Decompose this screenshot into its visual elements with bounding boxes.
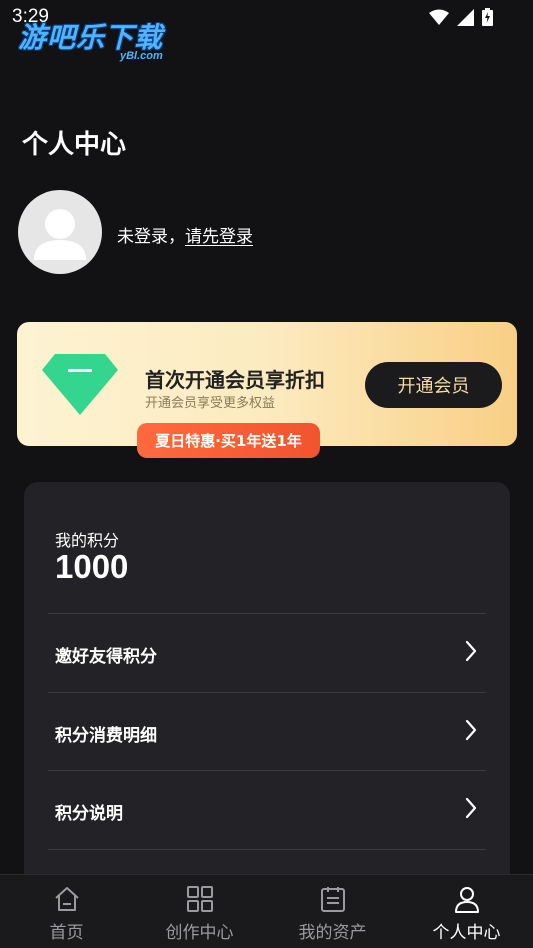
vip-subtitle: 开通会员享受更多权益 xyxy=(145,396,276,411)
status-icons xyxy=(429,8,493,26)
battery-charging-icon xyxy=(482,8,493,26)
diamond-icon xyxy=(42,354,118,415)
list-item-points-info[interactable]: 积分说明 xyxy=(48,770,486,848)
default-avatar-icon xyxy=(34,209,86,260)
tab-label: 创作中心 xyxy=(165,923,234,943)
list-item-label: 积分消费明细 xyxy=(55,726,157,746)
person-icon xyxy=(453,884,481,914)
tab-label: 首页 xyxy=(49,923,84,943)
tab-label: 个人中心 xyxy=(432,923,501,943)
wifi-icon xyxy=(429,9,449,25)
grid-icon xyxy=(186,884,214,914)
document-icon xyxy=(319,884,347,914)
tab-personal-center[interactable]: 个人中心 xyxy=(400,875,533,948)
login-status-text: 未登录， xyxy=(117,227,185,247)
tab-creation-center[interactable]: 创作中心 xyxy=(133,875,266,948)
bottom-tab-bar: 首页 创作中心 我的资产 个人中心 xyxy=(0,874,533,948)
list-item-label: 积分说明 xyxy=(55,804,123,824)
list-item-points-history[interactable]: 积分消费明细 xyxy=(48,692,486,770)
tab-label: 我的资产 xyxy=(298,923,367,943)
login-link[interactable]: 请先登录 xyxy=(185,227,253,247)
page-title: 个人中心 xyxy=(22,130,127,160)
home-icon xyxy=(53,884,81,914)
points-value: 1000 xyxy=(55,548,129,585)
watermark-subtext: yBl.com xyxy=(120,50,163,62)
chevron-right-icon xyxy=(465,797,477,819)
avatar[interactable] xyxy=(18,190,102,274)
login-prompt: 未登录，请先登录 xyxy=(117,222,253,247)
signal-icon xyxy=(457,8,474,26)
watermark-logo: 游吧乐下载 yBl.com xyxy=(18,16,163,62)
open-membership-button[interactable]: 开通会员 xyxy=(365,362,502,408)
vip-title: 首次开通会员享折扣 xyxy=(145,368,325,392)
list-item-invite-friends[interactable]: 邀好友得积分 xyxy=(48,613,486,691)
points-card: 我的积分 1000 邀好友得积分 积分消费明细 积分说明 xyxy=(24,482,510,902)
chevron-right-icon xyxy=(465,640,477,662)
list-item-label: 邀好友得积分 xyxy=(55,647,157,667)
tab-home[interactable]: 首页 xyxy=(0,875,133,948)
promo-badge[interactable]: 夏日特惠·买1年送1年 xyxy=(137,423,320,458)
chevron-right-icon xyxy=(465,719,477,741)
tab-my-assets[interactable]: 我的资产 xyxy=(266,875,399,948)
